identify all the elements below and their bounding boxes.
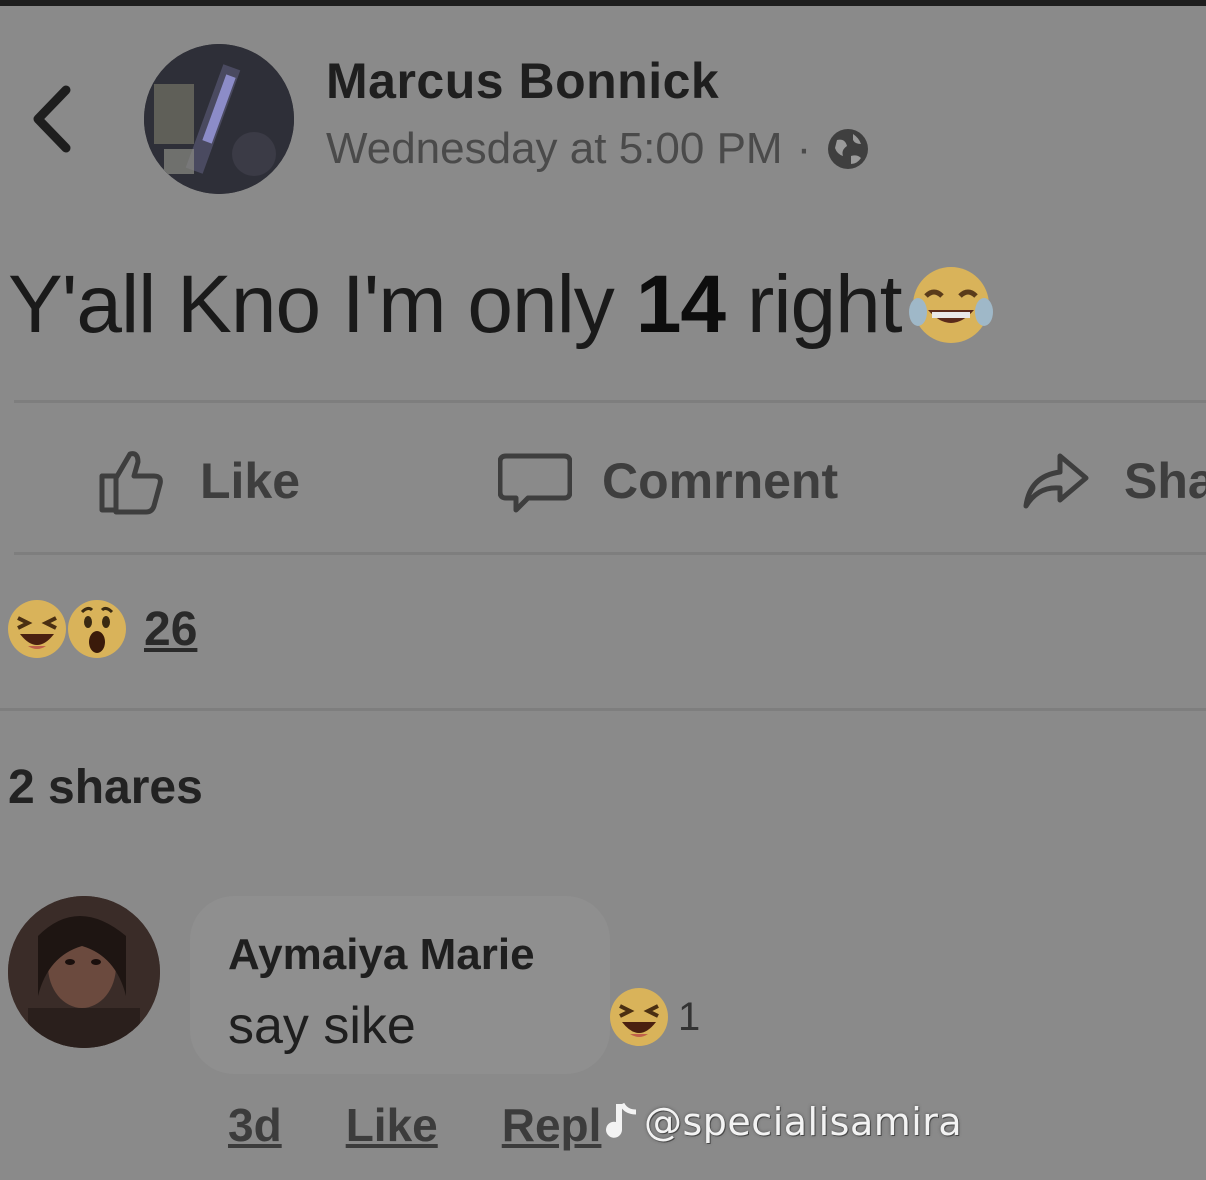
- comment-bubble-icon: [498, 453, 572, 513]
- thumbs-up-icon: [99, 451, 163, 515]
- share-arrow-icon: [1023, 453, 1089, 509]
- post-text-end: right: [747, 259, 903, 350]
- divider-bottom: [0, 708, 1206, 711]
- reaction-count[interactable]: 26: [144, 602, 197, 657]
- post-timestamp[interactable]: Wednesday at 5:00 PM: [326, 124, 783, 174]
- post-text-number: 14: [635, 259, 726, 350]
- comment-reply-link[interactable]: Repl: [502, 1098, 602, 1152]
- comment-reaction[interactable]: 1: [608, 986, 700, 1048]
- tears-of-joy-emoji-icon: [908, 267, 993, 343]
- like-label: Like: [200, 453, 301, 509]
- share-label: Sha: [1124, 453, 1206, 509]
- comment-label: Comrnent: [602, 453, 839, 509]
- post-text: Y'all Kno I'm only 14 right: [8, 258, 996, 352]
- surprised-face-icon: [68, 600, 126, 658]
- comment-author-name[interactable]: Aymaiya Marie: [228, 930, 535, 980]
- share-button[interactable]: Sha: [1020, 438, 1206, 524]
- shares-count[interactable]: 2 shares: [8, 760, 203, 815]
- watermark: @specialisamira: [604, 1100, 962, 1144]
- post-text-start: Y'all Kno I'm only: [8, 259, 615, 350]
- comment-like-link[interactable]: Like: [346, 1098, 438, 1152]
- globe-icon: [828, 129, 869, 169]
- comment-reaction-count: 1: [678, 994, 701, 1039]
- meta-separator: ·: [796, 124, 812, 173]
- back-chevron-icon[interactable]: [28, 82, 78, 156]
- post-meta: Wednesday at 5:00 PM ·: [326, 124, 871, 174]
- laughing-face-icon: [610, 988, 668, 1046]
- author-avatar[interactable]: [144, 44, 294, 194]
- divider-top: [14, 400, 1206, 403]
- watermark-handle: @specialisamira: [644, 1100, 963, 1144]
- post-author-name[interactable]: Marcus Bonnick: [326, 52, 719, 110]
- divider-middle: [14, 552, 1206, 555]
- comment-text: say sike: [228, 997, 416, 1055]
- reactions-summary[interactable]: 26: [6, 598, 197, 660]
- commenter-avatar[interactable]: [8, 896, 160, 1048]
- top-edge-bar: [0, 0, 1206, 6]
- comment-actions: 3d Like Repl: [228, 1098, 601, 1152]
- like-button[interactable]: Like: [96, 438, 300, 524]
- music-note-logo-icon: [606, 1102, 637, 1138]
- comment-time[interactable]: 3d: [228, 1098, 282, 1152]
- comment-button[interactable]: Comrnent: [498, 438, 838, 524]
- laughing-face-icon: [8, 600, 66, 658]
